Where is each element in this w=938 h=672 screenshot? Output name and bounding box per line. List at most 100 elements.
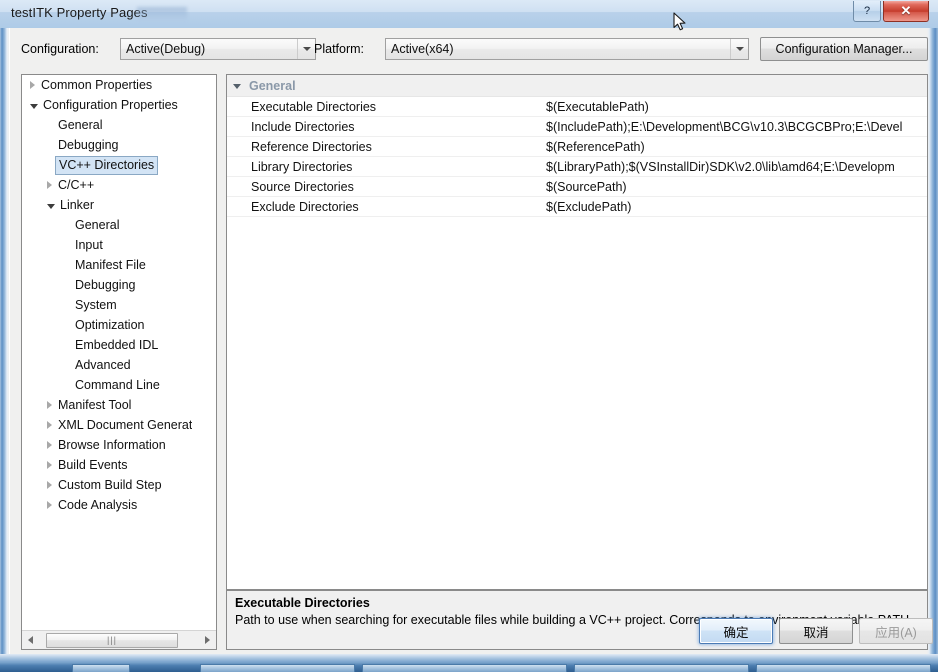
tree-item-linker[interactable]: Linker (22, 195, 216, 215)
dialog-button-bar: 确定 取消 应用(A) (10, 610, 933, 654)
tree-item-label: Linker (60, 198, 95, 212)
property-tree-panel: Common Properties Configuration Propertie… (21, 74, 217, 650)
expanded-triangle-icon[interactable] (30, 103, 38, 109)
property-name: Executable Directories (251, 99, 377, 114)
platform-dropdown[interactable]: Active(x64) (385, 38, 749, 60)
tree-item-general[interactable]: General (22, 115, 216, 135)
tree-item-advanced[interactable]: Advanced (22, 355, 216, 375)
tree-item-label: Manifest File (75, 258, 146, 272)
expanded-triangle-icon[interactable] (47, 203, 55, 209)
tree-item-label: Custom Build Step (58, 478, 162, 492)
cancel-button[interactable]: 取消 (779, 618, 853, 644)
tree-item-label: Input (75, 238, 103, 252)
property-grid-rows: Executable Directories $(ExecutablePath) I… (227, 97, 927, 217)
property-value[interactable]: $(ExcludePath) (544, 200, 927, 214)
platform-label: Platform: (314, 42, 365, 56)
collapsed-triangle-icon[interactable] (47, 461, 52, 469)
tree-item-system[interactable]: System (22, 295, 216, 315)
collapsed-triangle-icon[interactable] (47, 481, 52, 489)
taskbar-item[interactable] (756, 664, 931, 672)
tree-item-embedded-idl[interactable]: Embedded IDL (22, 335, 216, 355)
property-value[interactable]: $(ReferencePath) (544, 140, 927, 154)
tree-item-label: Debugging (75, 278, 136, 292)
help-icon-button[interactable]: ? (853, 1, 881, 22)
tree-item-label: XML Document Generat (58, 418, 193, 432)
collapsed-triangle-icon[interactable] (47, 181, 52, 189)
property-name: Include Directories (251, 119, 355, 134)
tree-item-debugging[interactable]: Debugging (22, 275, 216, 295)
tree-item-general[interactable]: General (22, 215, 216, 235)
collapsed-triangle-icon[interactable] (47, 401, 52, 409)
tree-item-manifest-file[interactable]: Manifest File (22, 255, 216, 275)
chevron-down-icon[interactable] (297, 39, 315, 59)
tree-item-label: Command Line (75, 378, 160, 392)
tree-item-configuration-properties[interactable]: Configuration Properties (22, 95, 216, 115)
tree-item-label: Optimization (75, 318, 145, 332)
dialog-client-area: Configuration: Active(Debug) Platform: A… (9, 28, 933, 654)
property-value[interactable]: $(LibraryPath);$(VSInstallDir)SDK\v2.0\l… (544, 160, 927, 174)
property-name: Reference Directories (251, 139, 372, 154)
tree-item-label: Build Events (58, 458, 128, 472)
tree-item-manifest-tool[interactable]: Manifest Tool (22, 395, 216, 415)
property-row[interactable]: Include Directories $(IncludePath);E:\Dev… (227, 117, 927, 137)
grid-category-header[interactable]: General (227, 75, 927, 97)
title-glass-reflection (137, 7, 187, 20)
property-name: Library Directories (251, 159, 353, 174)
tree-item-code-analysis[interactable]: Code Analysis (22, 495, 216, 515)
windows-taskbar[interactable] (0, 662, 938, 672)
ok-button[interactable]: 确定 (699, 618, 773, 644)
configuration-manager-button[interactable]: Configuration Manager... (760, 37, 928, 61)
expanded-triangle-icon[interactable] (233, 84, 241, 89)
tree-item-label: Advanced (75, 358, 131, 372)
tree-item-custom-build-step[interactable]: Custom Build Step (22, 475, 216, 495)
tree-item-label: Browse Information (58, 438, 166, 452)
tree-item-debugging[interactable]: Debugging (22, 135, 216, 155)
tree-item-browse-information[interactable]: Browse Information (22, 435, 216, 455)
property-row[interactable]: Executable Directories $(ExecutablePath) (227, 97, 927, 117)
property-value[interactable]: $(ExecutablePath) (544, 100, 927, 114)
property-value[interactable]: $(SourcePath) (544, 180, 927, 194)
configuration-value: Active(Debug) (126, 42, 206, 56)
tree-item-xml-document-generat[interactable]: XML Document Generat (22, 415, 216, 435)
window-right-border (927, 0, 938, 662)
property-value[interactable]: $(IncludePath);E:\Development\BCG\v10.3\… (544, 120, 927, 134)
tree-item-label: Configuration Properties (43, 98, 178, 112)
configuration-toolbar: Configuration: Active(Debug) Platform: A… (10, 28, 928, 70)
property-row[interactable]: Exclude Directories $(ExcludePath) (227, 197, 927, 217)
title-bar[interactable]: testITK Property Pages ? ✕ (0, 0, 938, 28)
taskbar-item[interactable] (362, 664, 567, 672)
property-name: Exclude Directories (251, 199, 359, 214)
collapsed-triangle-icon[interactable] (47, 421, 52, 429)
property-row[interactable]: Source Directories $(SourcePath) (227, 177, 927, 197)
tree-item-c-c[interactable]: C/C++ (22, 175, 216, 195)
configuration-dropdown[interactable]: Active(Debug) (120, 38, 316, 60)
property-name: Source Directories (251, 179, 354, 194)
tree-item-optimization[interactable]: Optimization (22, 315, 216, 335)
property-row[interactable]: Reference Directories $(ReferencePath) (227, 137, 927, 157)
tree-item-label: System (75, 298, 117, 312)
taskbar-item[interactable] (72, 664, 130, 672)
dialog-window: testITK Property Pages ? ✕ Configuration… (0, 0, 938, 662)
taskbar-item[interactable] (574, 664, 749, 672)
tree-item-label: Code Analysis (58, 498, 138, 512)
caption-button-group: ? ✕ (853, 1, 929, 22)
collapsed-triangle-icon[interactable] (30, 81, 35, 89)
tree-item-build-events[interactable]: Build Events (22, 455, 216, 475)
property-row[interactable]: Library Directories $(LibraryPath);$(VSIn… (227, 157, 927, 177)
close-window-button[interactable]: ✕ (883, 1, 929, 22)
tree-item-vc-directories[interactable]: VC++ Directories (22, 155, 216, 175)
collapsed-triangle-icon[interactable] (47, 441, 52, 449)
tree-item-label: Embedded IDL (75, 338, 159, 352)
collapsed-triangle-icon[interactable] (47, 501, 52, 509)
tree-item-label: General (75, 218, 120, 232)
chevron-down-icon[interactable] (730, 39, 748, 59)
tree-item-common-properties[interactable]: Common Properties (22, 75, 216, 95)
grid-category-label: General (249, 78, 296, 93)
window-title: testITK Property Pages (11, 5, 148, 20)
property-tree[interactable]: Common Properties Configuration Propertie… (22, 75, 216, 630)
taskbar-item[interactable] (200, 664, 355, 672)
tree-item-command-line[interactable]: Command Line (22, 375, 216, 395)
tree-item-input[interactable]: Input (22, 235, 216, 255)
tree-item-label: VC++ Directories (55, 155, 159, 175)
configuration-label: Configuration: (21, 42, 99, 56)
